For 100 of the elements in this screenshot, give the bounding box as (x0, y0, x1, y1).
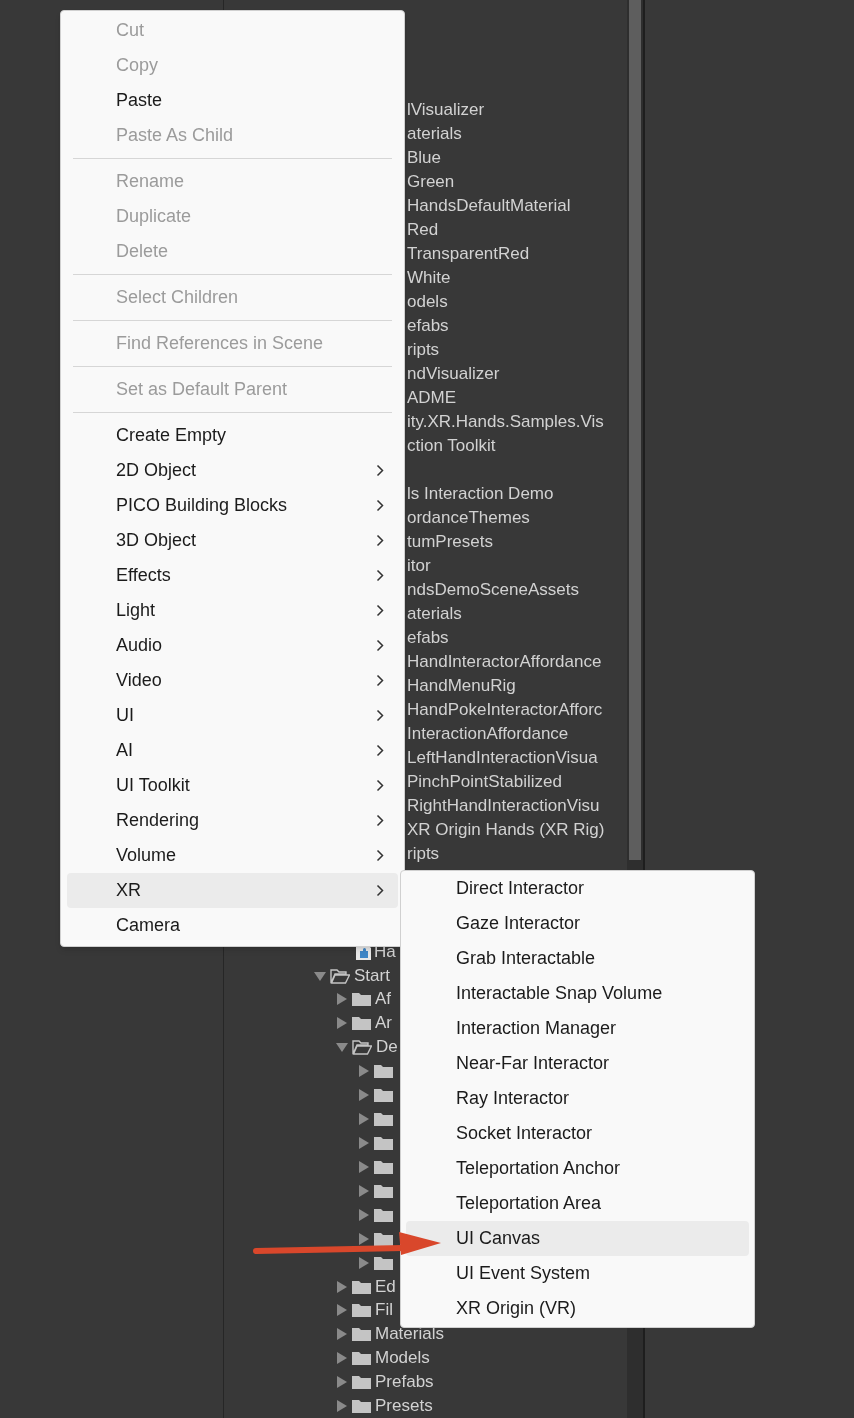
tree-item-label[interactable]: Start (354, 966, 390, 985)
tree-item-label[interactable]: Blue (407, 145, 442, 171)
scrollbar-thumb[interactable] (629, 0, 641, 860)
menu-item[interactable]: Audio (67, 628, 398, 663)
menu-item[interactable]: Paste (67, 83, 398, 118)
menu-item[interactable]: Camera (67, 908, 398, 943)
tree-item-label[interactable]: ripts (407, 337, 440, 363)
tree-item-label[interactable]: lVisualizer (407, 97, 485, 123)
tree-item-label[interactable]: Materials (375, 1325, 444, 1344)
collapsed-arrow-icon[interactable] (336, 1400, 348, 1413)
tree-item-label[interactable]: ndVisualizer (407, 361, 500, 387)
menu-item[interactable]: Ray Interactor (406, 1081, 749, 1116)
folder-icon (374, 1087, 393, 1104)
tree-item-label[interactable]: ls Interaction Demo (407, 481, 554, 507)
tree-item-label[interactable]: Fil (375, 1301, 393, 1320)
collapsed-arrow-icon[interactable] (358, 1065, 370, 1078)
menu-item[interactable]: Volume (67, 838, 398, 873)
collapsed-arrow-icon[interactable] (336, 1328, 348, 1341)
tree-item-label[interactable]: XR Origin Hands (XR Rig) (407, 817, 605, 843)
tree-item-label[interactable]: PinchPointStabilized (407, 769, 562, 795)
menu-item[interactable]: PICO Building Blocks (67, 488, 398, 523)
menu-item[interactable]: XR Origin (VR) (406, 1291, 749, 1326)
tree-item-label[interactable]: ity.XR.Hands.Samples.Vis (407, 409, 604, 435)
open-folder-icon (352, 1039, 372, 1056)
menu-item[interactable]: Create Empty (67, 418, 398, 453)
collapsed-arrow-icon[interactable] (358, 1232, 370, 1245)
tree-item-label[interactable]: Green (407, 169, 455, 195)
expanded-arrow-icon[interactable] (314, 969, 326, 982)
tree-item-label[interactable]: HandsDefaultMaterial (407, 193, 571, 219)
tree-item-label[interactable]: efabs (407, 313, 449, 339)
collapsed-arrow-icon[interactable] (336, 993, 348, 1006)
tree-item-label[interactable]: Presets (375, 1397, 433, 1416)
menu-item[interactable]: Direct Interactor (406, 871, 749, 906)
tree-item-label[interactable]: aterials (407, 601, 462, 627)
collapsed-arrow-icon[interactable] (336, 1304, 348, 1317)
tree-item-label[interactable]: ripts (407, 841, 440, 867)
collapsed-arrow-icon[interactable] (358, 1208, 370, 1221)
menu-item[interactable]: Grab Interactable (406, 941, 749, 976)
menu-item[interactable]: Gaze Interactor (406, 906, 749, 941)
tree-item-label[interactable]: De (376, 1038, 398, 1057)
folder-icon (374, 1135, 393, 1151)
tree-item-label[interactable]: odels (407, 289, 448, 315)
collapsed-arrow-icon[interactable] (336, 1017, 348, 1030)
tree-item-label[interactable]: TransparentRed (407, 241, 530, 267)
tree-item-label[interactable]: LeftHandInteractionVisua (407, 745, 598, 771)
tree-item-label[interactable]: Af (375, 990, 392, 1009)
menu-item[interactable]: Light (67, 593, 398, 628)
tree-item-label[interactable]: tumPresets (407, 529, 493, 555)
menu-item[interactable]: AI (67, 733, 398, 768)
tree-item-label[interactable]: itor (407, 553, 431, 579)
menu-item[interactable]: UI Toolkit (67, 768, 398, 803)
menu-item[interactable]: Rendering (67, 803, 398, 838)
folder-icon (352, 1302, 371, 1319)
menu-item[interactable]: Video (67, 663, 398, 698)
tree-item-label[interactable]: Models (375, 1349, 430, 1368)
tree-item-label[interactable]: HandPokeInteractorAfforc (407, 697, 603, 723)
tree-item-label[interactable]: ordanceThemes (407, 505, 530, 531)
menu-item[interactable]: 3D Object (67, 523, 398, 558)
tree-item-label[interactable]: ndsDemoSceneAssets (407, 577, 579, 603)
tree-item-label[interactable]: Ar (375, 1014, 392, 1033)
tree-item-label[interactable]: efabs (407, 625, 449, 651)
collapsed-arrow-icon[interactable] (358, 1113, 370, 1126)
menu-item[interactable]: UI Event System (406, 1256, 749, 1291)
menu-item[interactable]: Near-Far Interactor (406, 1046, 749, 1081)
menu-item[interactable]: UI Canvas (406, 1221, 749, 1256)
collapsed-arrow-icon[interactable] (358, 1089, 370, 1102)
tree-item-label[interactable]: ADME (407, 385, 457, 411)
tree-item-label[interactable]: HandInteractorAffordance (407, 649, 602, 675)
folder-icon (374, 1063, 393, 1080)
menu-item[interactable]: Teleportation Area (406, 1186, 749, 1221)
tree-item-label[interactable]: InteractionAffordance (407, 721, 569, 747)
menu-item[interactable]: Effects (67, 558, 398, 593)
tree-item-label[interactable]: Red (407, 217, 439, 243)
tree-item-label[interactable]: White (407, 265, 451, 291)
menu-item[interactable]: XR (67, 873, 398, 908)
tree-item-label[interactable]: HandMenuRig (407, 673, 516, 699)
menu-item[interactable]: Interaction Manager (406, 1011, 749, 1046)
folder-icon (352, 1398, 371, 1415)
folder-icon (374, 1254, 393, 1271)
tree-item-label[interactable]: Prefabs (375, 1373, 434, 1392)
tree-item-label[interactable]: aterials (407, 121, 462, 147)
collapsed-arrow-icon[interactable] (358, 1256, 370, 1269)
menu-item[interactable]: Teleportation Anchor (406, 1151, 749, 1186)
collapsed-arrow-icon[interactable] (336, 1376, 348, 1389)
collapsed-arrow-icon[interactable] (358, 1184, 370, 1197)
menu-item[interactable]: Interactable Snap Volume (406, 976, 749, 1011)
folder-icon (352, 991, 371, 1008)
collapsed-arrow-icon[interactable] (358, 1160, 370, 1173)
folder-icon (374, 1230, 393, 1247)
open-folder-icon (330, 967, 350, 984)
tree-item-label[interactable]: ction Toolkit (407, 433, 496, 459)
collapsed-arrow-icon[interactable] (358, 1137, 370, 1149)
menu-item[interactable]: UI (67, 698, 398, 733)
menu-item[interactable]: 2D Object (67, 453, 398, 488)
tree-item-label[interactable]: Ed (375, 1277, 396, 1296)
collapsed-arrow-icon[interactable] (336, 1280, 348, 1293)
tree-item-label[interactable]: RightHandInteractionVisu (407, 793, 600, 819)
menu-item[interactable]: Socket Interactor (406, 1116, 749, 1151)
expanded-arrow-icon[interactable] (336, 1041, 348, 1054)
collapsed-arrow-icon[interactable] (336, 1352, 348, 1365)
